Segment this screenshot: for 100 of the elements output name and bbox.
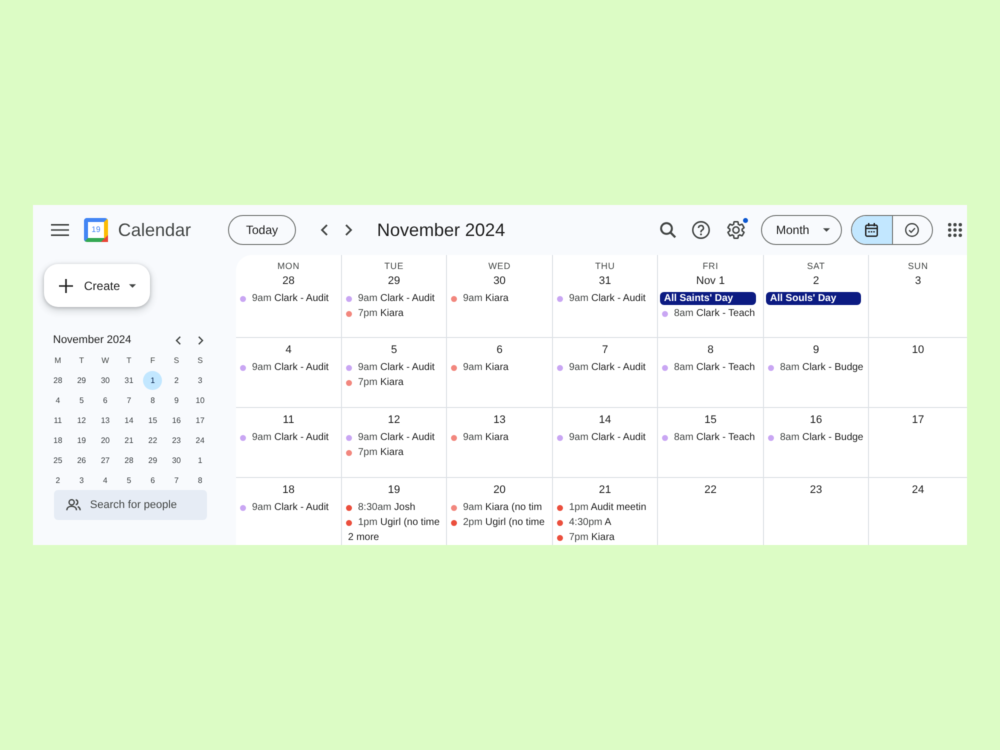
date-label[interactable]: 24 [912, 482, 924, 498]
event-item[interactable]: 2pm Ugirl (no time [451, 515, 545, 530]
event-item[interactable]: 8:30am Josh [346, 500, 416, 515]
mini-calendar-day[interactable]: 20 [96, 431, 115, 450]
mini-calendar-day[interactable]: 4 [48, 391, 68, 410]
chevron-left-icon[interactable] [175, 336, 181, 344]
event-item[interactable]: 1pm Ugirl (no time [346, 515, 440, 530]
event-item[interactable]: 9am Clark - Audit [557, 360, 646, 375]
event-item[interactable]: 9am Clark - Audit [346, 430, 435, 445]
chevron-left-icon[interactable] [320, 224, 328, 236]
date-label[interactable]: 6 [496, 342, 503, 358]
event-item[interactable]: 9am Kiara [451, 291, 509, 306]
date-label[interactable]: 5 [390, 342, 398, 358]
mini-calendar-day[interactable]: 4 [96, 471, 115, 490]
date-label[interactable]: 29 [388, 273, 400, 289]
event-item[interactable]: 7pm Kiara [346, 306, 404, 321]
mini-calendar-day[interactable]: 14 [119, 411, 138, 430]
date-label[interactable]: 9 [812, 342, 820, 358]
date-label[interactable]: 11 [282, 412, 294, 428]
date-label[interactable]: 31 [598, 273, 612, 289]
today-button[interactable]: Today [228, 215, 296, 245]
mini-calendar-day[interactable]: 19 [72, 431, 92, 450]
event-item[interactable]: 8am Clark - Teach [662, 360, 755, 375]
date-label[interactable]: Nov 1 [696, 273, 725, 289]
mini-calendar-day[interactable]: 9 [166, 391, 186, 410]
date-label[interactable]: 22 [704, 482, 717, 498]
mini-calendar-day[interactable]: 13 [96, 411, 115, 430]
settings-icon[interactable] [727, 221, 745, 239]
date-label[interactable]: 18 [282, 482, 295, 498]
date-label[interactable]: 13 [493, 412, 506, 428]
mini-calendar-day[interactable]: 30 [96, 371, 115, 390]
date-label[interactable]: 3 [914, 273, 922, 289]
help-icon[interactable] [692, 221, 710, 239]
event-item[interactable]: 9am Clark - Audit [240, 360, 329, 375]
date-label[interactable]: 7 [602, 342, 608, 358]
date-label[interactable]: 2 [812, 273, 820, 289]
event-item[interactable]: 9am Clark - Audit [346, 360, 435, 375]
date-label[interactable]: 21 [598, 482, 612, 498]
menu-icon[interactable] [51, 224, 69, 236]
more-events-link[interactable]: 2 more [348, 530, 380, 545]
date-label[interactable]: 19 [388, 482, 400, 498]
mini-calendar-day[interactable]: 8 [143, 391, 162, 410]
mini-calendar-day[interactable]: 28 [119, 451, 138, 470]
date-label[interactable]: 4 [285, 342, 292, 358]
date-label[interactable]: 8 [707, 342, 714, 358]
event-item[interactable]: 9am Clark - Audit [240, 500, 329, 515]
mini-calendar-day[interactable]: 26 [72, 451, 92, 470]
event-item[interactable]: 9am Clark - Audit [240, 291, 329, 306]
event-item[interactable]: 9am Kiara (no tim [451, 500, 542, 515]
view-toggle-button[interactable] [852, 216, 892, 244]
date-label[interactable]: 15 [704, 412, 717, 428]
mini-calendar-day[interactable]: 10 [190, 391, 210, 410]
create-button[interactable]: Create [44, 264, 150, 307]
event-item[interactable]: 9am Clark - Audit [557, 430, 646, 445]
mini-calendar-day[interactable]: 2 [166, 371, 186, 390]
mini-calendar-day[interactable]: 3 [72, 471, 92, 490]
mini-calendar-day[interactable]: 15 [143, 411, 162, 430]
mini-calendar-day[interactable]: 30 [166, 451, 186, 470]
date-label[interactable]: 30 [493, 273, 506, 289]
mini-calendar-day[interactable]: 6 [96, 391, 115, 410]
event-item[interactable]: 8am Clark - Teach [662, 306, 755, 321]
event-item[interactable]: 9am Clark - Audit [346, 291, 435, 306]
mini-calendar-day[interactable]: 28 [48, 371, 68, 390]
event-item[interactable]: 9am Clark - Audit [557, 291, 646, 306]
event-item[interactable]: 9am Clark - Audit [240, 430, 329, 445]
event-item[interactable]: 7pm Kiara [346, 375, 404, 390]
all-day-event[interactable]: All Saints' Day [660, 292, 756, 305]
mini-calendar-day[interactable]: 6 [143, 471, 162, 490]
date-label[interactable]: 23 [810, 482, 822, 498]
date-label[interactable]: 16 [810, 412, 822, 428]
mini-calendar-day[interactable]: 16 [166, 411, 186, 430]
mini-calendar-day[interactable]: 7 [166, 471, 186, 490]
chevron-right-icon[interactable] [198, 336, 204, 344]
date-label[interactable]: 17 [912, 412, 924, 428]
people-search-field[interactable]: Search for people [54, 490, 207, 520]
mini-calendar-day[interactable]: 11 [48, 411, 68, 430]
mini-calendar-day[interactable]: 2 [48, 471, 68, 490]
date-label[interactable]: 14 [598, 412, 612, 428]
mini-calendar-day[interactable]: 29 [72, 371, 92, 390]
mini-calendar-day[interactable]: 29 [143, 451, 162, 470]
mini-calendar-day[interactable]: 21 [119, 431, 138, 450]
mini-calendar-day[interactable]: 18 [48, 431, 68, 450]
event-item[interactable]: 7pm Kiara [557, 530, 615, 545]
mini-calendar-day[interactable]: 24 [190, 431, 210, 450]
all-day-event[interactable]: All Souls' Day [766, 292, 861, 305]
mini-calendar-day[interactable]: 7 [119, 391, 138, 410]
date-label[interactable]: 28 [282, 273, 295, 289]
date-label[interactable]: 12 [388, 412, 400, 428]
mini-calendar-day[interactable]: 5 [119, 471, 138, 490]
date-label[interactable]: 10 [912, 342, 924, 358]
event-item[interactable]: 9am Kiara [451, 430, 509, 445]
view-dropdown[interactable]: Month [761, 215, 842, 245]
mini-calendar-day[interactable]: 12 [72, 411, 92, 430]
mini-calendar-day[interactable]: 23 [166, 431, 186, 450]
event-item[interactable]: 8am Clark - Budge [768, 360, 864, 375]
mini-calendar-day[interactable]: 17 [190, 411, 210, 430]
event-item[interactable]: 9am Kiara [451, 360, 509, 375]
mini-calendar-day[interactable]: 25 [48, 451, 68, 470]
mini-calendar-day[interactable]: 22 [143, 431, 162, 450]
mini-calendar-day[interactable]: 1 [143, 371, 162, 390]
